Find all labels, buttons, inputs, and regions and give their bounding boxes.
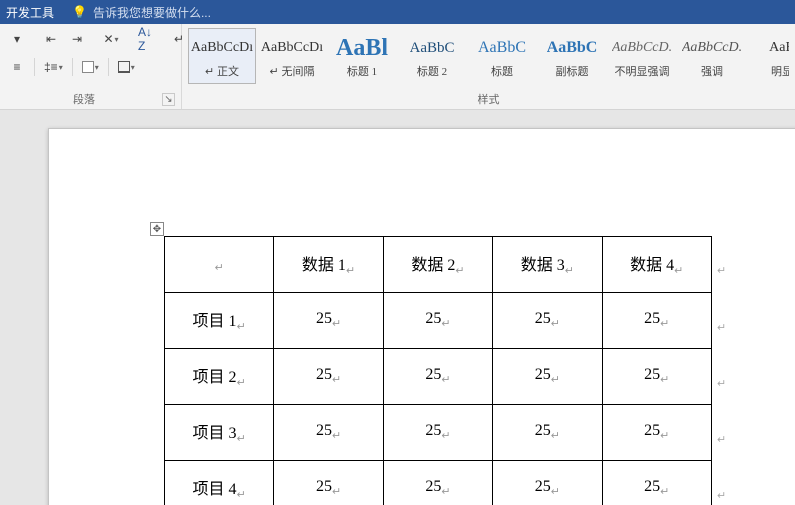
sort-az-button[interactable]: A↓Z (134, 28, 156, 50)
style-preview: AaBbCcD. (612, 33, 672, 63)
style-item[interactable]: AaBbCcDı↵ 无间隔 (258, 28, 326, 84)
sort-icon[interactable]: ▾ (6, 28, 28, 50)
style-preview: AaBbC (478, 33, 526, 63)
tellme-search[interactable]: 💡 告诉我您想要做什么... (72, 4, 211, 21)
paragraph-group-label: 段落 (73, 91, 95, 107)
style-name: 标题 2 (417, 63, 447, 79)
data-table[interactable]: ↵数据 1↵数据 2↵数据 3↵数据 4↵ 项目 1↵25↵25↵25↵25↵项… (164, 236, 712, 505)
borders-button[interactable]: ▾ (115, 56, 138, 78)
table-row: 项目 1↵25↵25↵25↵25↵ (165, 293, 712, 349)
table-row: 项目 2↵25↵25↵25↵25↵ (165, 349, 712, 405)
table-data-cell[interactable]: 25↵ (493, 405, 602, 461)
table-data-cell[interactable]: 25↵ (383, 349, 492, 405)
table-data-cell[interactable]: 25↵ (602, 461, 711, 505)
style-item[interactable]: AaBbCcD.强调 (678, 28, 746, 84)
style-item[interactable]: AaBbCcDı↵ 正文 (188, 28, 256, 84)
style-item[interactable]: AaBbC标题 2 (398, 28, 466, 84)
style-item[interactable]: AaBbCcD.不明显强调 (608, 28, 676, 84)
style-gallery[interactable]: AaBbCcDı↵ 正文AaBbCcDı↵ 无间隔AaBl标题 1AaBbC标题… (188, 28, 789, 91)
table-data-cell[interactable]: 25↵ (493, 293, 602, 349)
style-item[interactable]: AaBbC副标题 (538, 28, 606, 84)
table-data-cell[interactable]: 25↵ (383, 461, 492, 505)
style-name: ↵ 正文 (205, 63, 239, 79)
paragraph-mark-icon: ↵ (717, 377, 726, 390)
paragraph-mark-icon: ↵ (717, 321, 726, 334)
document-area[interactable]: ✥ ↵数据 1↵数据 2↵数据 3↵数据 4↵ 项目 1↵25↵25↵25↵25… (0, 110, 795, 505)
table-move-handle[interactable]: ✥ (150, 222, 164, 236)
style-preview: AaBbCcDı (261, 33, 323, 63)
titlebar: 开发工具 💡 告诉我您想要做什么... (0, 0, 795, 24)
separator (34, 58, 35, 76)
table-row: 项目 4↵25↵25↵25↵25↵ (165, 461, 712, 505)
style-name: 不明显强调 (615, 63, 670, 79)
table-data-cell[interactable]: 25↵ (602, 349, 711, 405)
align-justify-button[interactable]: ≡ (6, 56, 28, 78)
style-item[interactable]: AaBl标题 1 (328, 28, 396, 84)
style-name: 明显 (771, 63, 789, 79)
table-data-cell[interactable]: 25↵ (274, 405, 383, 461)
table-header-cell[interactable]: ↵ (165, 237, 274, 293)
styles-group-label: 样式 (478, 91, 500, 107)
table-data-cell[interactable]: 25↵ (602, 405, 711, 461)
style-name: 副标题 (556, 63, 589, 79)
decrease-indent-button[interactable]: ⇤ (40, 28, 62, 50)
style-item[interactable]: AaB明显 (748, 28, 789, 84)
table-data-cell[interactable]: 25↵ (493, 349, 602, 405)
table-rowlabel-cell[interactable]: 项目 4↵ (165, 461, 274, 505)
style-name: 标题 1 (347, 63, 377, 79)
table-rowlabel-cell[interactable]: 项目 1↵ (165, 293, 274, 349)
table-rowlabel-cell[interactable]: 项目 2↵ (165, 349, 274, 405)
style-preview: AaB (769, 33, 789, 63)
shading-button[interactable]: ▾ (79, 56, 102, 78)
style-item[interactable]: AaBbC标题 (468, 28, 536, 84)
increase-indent-button[interactable]: ⇥ (66, 28, 88, 50)
style-preview: AaBbC (547, 33, 598, 63)
styles-group: AaBbCcDı↵ 正文AaBbCcDı↵ 无间隔AaBl标题 1AaBbC标题… (182, 24, 795, 109)
page: ✥ ↵数据 1↵数据 2↵数据 3↵数据 4↵ 项目 1↵25↵25↵25↵25… (48, 128, 795, 505)
paragraph-mark-icon: ↵ (717, 433, 726, 446)
style-preview: AaBbC (410, 33, 455, 63)
paragraph-mark-icon: ↵ (717, 489, 726, 502)
style-name: 强调 (701, 63, 723, 79)
style-name: 标题 (491, 63, 513, 79)
table-data-cell[interactable]: 25↵ (274, 461, 383, 505)
separator (108, 58, 109, 76)
table-row: ↵数据 1↵数据 2↵数据 3↵数据 4↵ (165, 237, 712, 293)
table-header-cell[interactable]: 数据 3↵ (493, 237, 602, 293)
table-header-cell[interactable]: 数据 4↵ (602, 237, 711, 293)
table-data-cell[interactable]: 25↵ (274, 349, 383, 405)
paragraph-dialog-launcher[interactable]: ↘ (162, 93, 175, 106)
style-name: ↵ 无间隔 (270, 63, 315, 79)
table-data-cell[interactable]: 25↵ (383, 293, 492, 349)
table-data-cell[interactable]: 25↵ (602, 293, 711, 349)
style-preview: AaBl (336, 33, 388, 63)
ribbon-tab-developer[interactable]: 开发工具 (6, 4, 54, 21)
lightbulb-icon: 💡 (72, 5, 87, 19)
asian-layout-button[interactable]: ✕▾ (100, 28, 122, 50)
table-data-cell[interactable]: 25↵ (383, 405, 492, 461)
line-spacing-button[interactable]: ‡≡▾ (41, 56, 66, 78)
separator (72, 58, 73, 76)
table-row: 项目 3↵25↵25↵25↵25↵ (165, 405, 712, 461)
table-rowlabel-cell[interactable]: 项目 3↵ (165, 405, 274, 461)
paragraph-group: ▾ ⇤ ⇥ ✕▾ A↓Z ↵ ≡ ‡≡▾ ▾ ▾ 段落 (0, 24, 182, 109)
table-data-cell[interactable]: 25↵ (274, 293, 383, 349)
style-preview: AaBbCcDı (191, 33, 253, 63)
tellme-placeholder: 告诉我您想要做什么... (93, 4, 211, 21)
table-header-cell[interactable]: 数据 2↵ (383, 237, 492, 293)
paragraph-mark-icon: ↵ (717, 264, 726, 277)
table-data-cell[interactable]: 25↵ (493, 461, 602, 505)
table-header-cell[interactable]: 数据 1↵ (274, 237, 383, 293)
ribbon: ▾ ⇤ ⇥ ✕▾ A↓Z ↵ ≡ ‡≡▾ ▾ ▾ 段落 (0, 24, 795, 110)
style-preview: AaBbCcD. (682, 33, 742, 63)
